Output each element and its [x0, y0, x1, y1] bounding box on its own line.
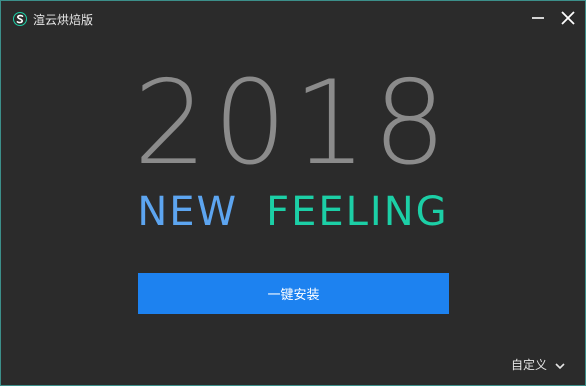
- chevron-down-icon: [555, 362, 565, 369]
- one-click-install-button[interactable]: 一键安装: [138, 273, 449, 314]
- window-title: 渲云烘焙版: [33, 13, 94, 27]
- title-bar[interactable]: 渲云烘焙版: [1, 1, 585, 39]
- hero-tagline: NEW FEELING: [1, 190, 585, 234]
- tagline-new: NEW: [137, 189, 239, 235]
- close-icon: [561, 11, 575, 25]
- minimize-button[interactable]: [527, 7, 549, 29]
- close-button[interactable]: [557, 7, 579, 29]
- s-logo-icon: [13, 12, 27, 26]
- tagline-feeling: FEELING: [266, 189, 449, 235]
- minimize-icon: [532, 17, 544, 19]
- hero-year: 2018: [133, 56, 453, 191]
- custom-install-toggle[interactable]: 自定义: [511, 356, 567, 374]
- custom-install-label: 自定义: [511, 358, 548, 372]
- installer-window: 渲云烘焙版 2018 NEW FEELING 一键安装 自定义: [0, 0, 586, 386]
